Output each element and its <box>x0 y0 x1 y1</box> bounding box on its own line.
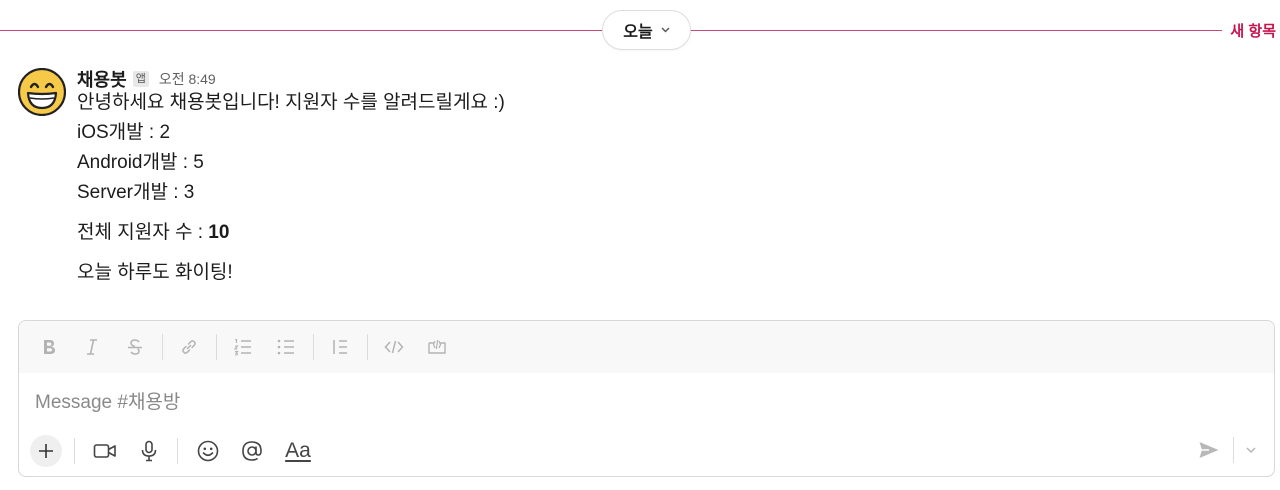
actions-divider <box>74 438 75 464</box>
message-composer: Message #채용방 Aa <box>18 320 1275 477</box>
ordered-list-icon[interactable] <box>229 333 257 361</box>
toolbar-divider <box>216 334 217 360</box>
message-line: Server개발 : 3 <box>77 182 195 203</box>
chevron-down-icon[interactable] <box>1242 436 1260 464</box>
message-line: 안녕하세요 채용봇입니다! 지원자 수를 알려드릴게요 :) <box>77 92 505 113</box>
format-text-label: Aa <box>285 439 311 462</box>
composer-actions: Aa <box>19 426 1274 476</box>
new-messages-label: 새 항목 <box>1224 20 1276 41</box>
link-icon[interactable] <box>175 333 203 361</box>
message-body: 안녕하세요 채용봇입니다! 지원자 수를 알려드릴게요 :) iOS개발 : 2… <box>77 88 1257 288</box>
message-input[interactable]: Message #채용방 <box>19 373 1274 429</box>
timestamp[interactable]: 오전 8:49 <box>159 69 216 89</box>
bulleted-list-icon[interactable] <box>272 333 300 361</box>
date-jump-button[interactable]: 오늘 <box>602 10 691 50</box>
avatar[interactable] <box>17 67 67 117</box>
send-controls <box>1193 436 1260 464</box>
emoji-icon[interactable] <box>192 435 224 467</box>
plus-icon[interactable] <box>30 435 62 467</box>
toolbar-divider <box>162 334 163 360</box>
total-label: 전체 지원자 수 : <box>77 222 209 243</box>
toolbar-divider <box>313 334 314 360</box>
actions-divider <box>177 438 178 464</box>
code-block-icon[interactable] <box>423 333 451 361</box>
app-badge: 앱 <box>132 71 149 87</box>
strikethrough-icon[interactable] <box>121 333 149 361</box>
total-value: 10 <box>208 222 230 243</box>
code-icon[interactable] <box>380 333 408 361</box>
toolbar-divider <box>367 334 368 360</box>
chevron-down-icon <box>661 25 670 36</box>
format-text-icon[interactable]: Aa <box>280 435 316 467</box>
formatting-toolbar <box>19 321 1274 373</box>
message-line: iOS개발 : 2 <box>77 122 171 143</box>
message-line: Android개발 : 5 <box>77 152 204 173</box>
grinning-face-icon <box>17 67 67 117</box>
blockquote-icon[interactable] <box>326 333 354 361</box>
video-icon[interactable] <box>89 435 121 467</box>
mention-icon[interactable] <box>236 435 268 467</box>
message: 채용봇 앱 오전 8:49 안녕하세요 채용봇입니다! 지원자 수를 알려드릴게… <box>77 68 1257 288</box>
microphone-icon[interactable] <box>133 435 165 467</box>
send-divider <box>1233 437 1234 463</box>
italic-icon[interactable] <box>78 333 106 361</box>
total-line: 전체 지원자 수 : 10 <box>77 218 1257 248</box>
closing-line: 오늘 하루도 화이팅! <box>77 262 233 283</box>
new-messages-divider: 오늘 새 항목 <box>0 0 1280 60</box>
message-header: 채용봇 앱 오전 8:49 <box>77 68 1257 90</box>
date-label: 오늘 <box>623 24 653 41</box>
send-icon[interactable] <box>1193 436 1225 464</box>
bold-icon[interactable] <box>35 333 63 361</box>
